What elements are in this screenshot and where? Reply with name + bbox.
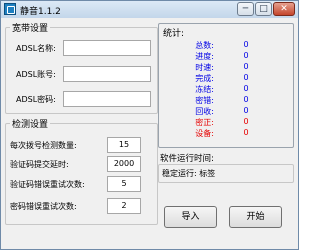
stats-heading: 统计: (163, 29, 185, 39)
adsl-name-label: ADSL名称: (16, 44, 56, 53)
runtime-heading: 软件运行时间: (160, 154, 214, 164)
adsl-password-label: ADSL密码: (16, 95, 56, 104)
captcha-delay-label: 验证码提交延时: (10, 160, 69, 169)
stat-correct-pass-label: 密正: (195, 118, 214, 127)
stat-speed-value: 0 (243, 62, 249, 71)
stat-speed-label: 时速: (195, 63, 214, 72)
captcha-delay-input[interactable]: 2000 (107, 156, 141, 172)
stat-correct-pass-value: 0 (243, 117, 249, 126)
import-button[interactable]: 导入 (164, 206, 217, 228)
password-retry-label: 密码错误重试次数: (10, 202, 77, 211)
title-bar[interactable]: 静音1.1.2 ─ □ ✕ (1, 1, 298, 18)
stat-done-value: 0 (243, 73, 249, 82)
app-icon (4, 3, 16, 15)
broadband-settings-legend: 宽带设置 (10, 21, 51, 34)
stat-recycle-label: 回收: (195, 107, 214, 116)
detection-settings-legend: 检测设置 (10, 117, 51, 130)
stat-device-label: 设备: (195, 129, 214, 138)
stat-total-value: 0 (243, 40, 249, 49)
stat-wrong-pass-value: 0 (243, 95, 249, 104)
adsl-name-input[interactable] (63, 40, 151, 56)
stat-progress-value: 0 (243, 51, 249, 60)
captcha-retry-label: 验证码错误重试次数: (10, 180, 85, 189)
window-title: 静音1.1.2 (20, 7, 61, 17)
stat-total-label: 总数: (195, 41, 214, 50)
detect-count-input[interactable]: 15 (107, 137, 141, 153)
stat-done-label: 完成: (195, 74, 214, 83)
app-window: 静音1.1.2 ─ □ ✕ 宽带设置 ADSL名称: ADSL账号: ADSL密… (0, 0, 299, 250)
start-button[interactable]: 开始 (229, 206, 282, 228)
runtime-status: 稳定运行: 标签 (162, 169, 216, 178)
close-button[interactable]: ✕ (273, 2, 295, 16)
minimize-button[interactable]: ─ (237, 2, 254, 16)
adsl-account-input[interactable] (63, 66, 151, 82)
stat-frozen-value: 0 (243, 84, 249, 93)
detect-count-label: 每次拨号检测数量: (10, 141, 77, 150)
password-retry-input[interactable]: 2 (107, 198, 141, 214)
stat-recycle-value: 0 (243, 106, 249, 115)
stat-progress-label: 进度: (195, 52, 214, 61)
stat-frozen-label: 冻结: (195, 85, 214, 94)
adsl-account-label: ADSL账号: (16, 70, 56, 79)
stat-wrong-pass-label: 密错: (195, 96, 214, 105)
captcha-retry-input[interactable]: 5 (107, 176, 141, 192)
maximize-button[interactable]: □ (255, 2, 272, 16)
adsl-password-input[interactable] (63, 91, 151, 107)
stat-device-value: 0 (243, 128, 249, 137)
